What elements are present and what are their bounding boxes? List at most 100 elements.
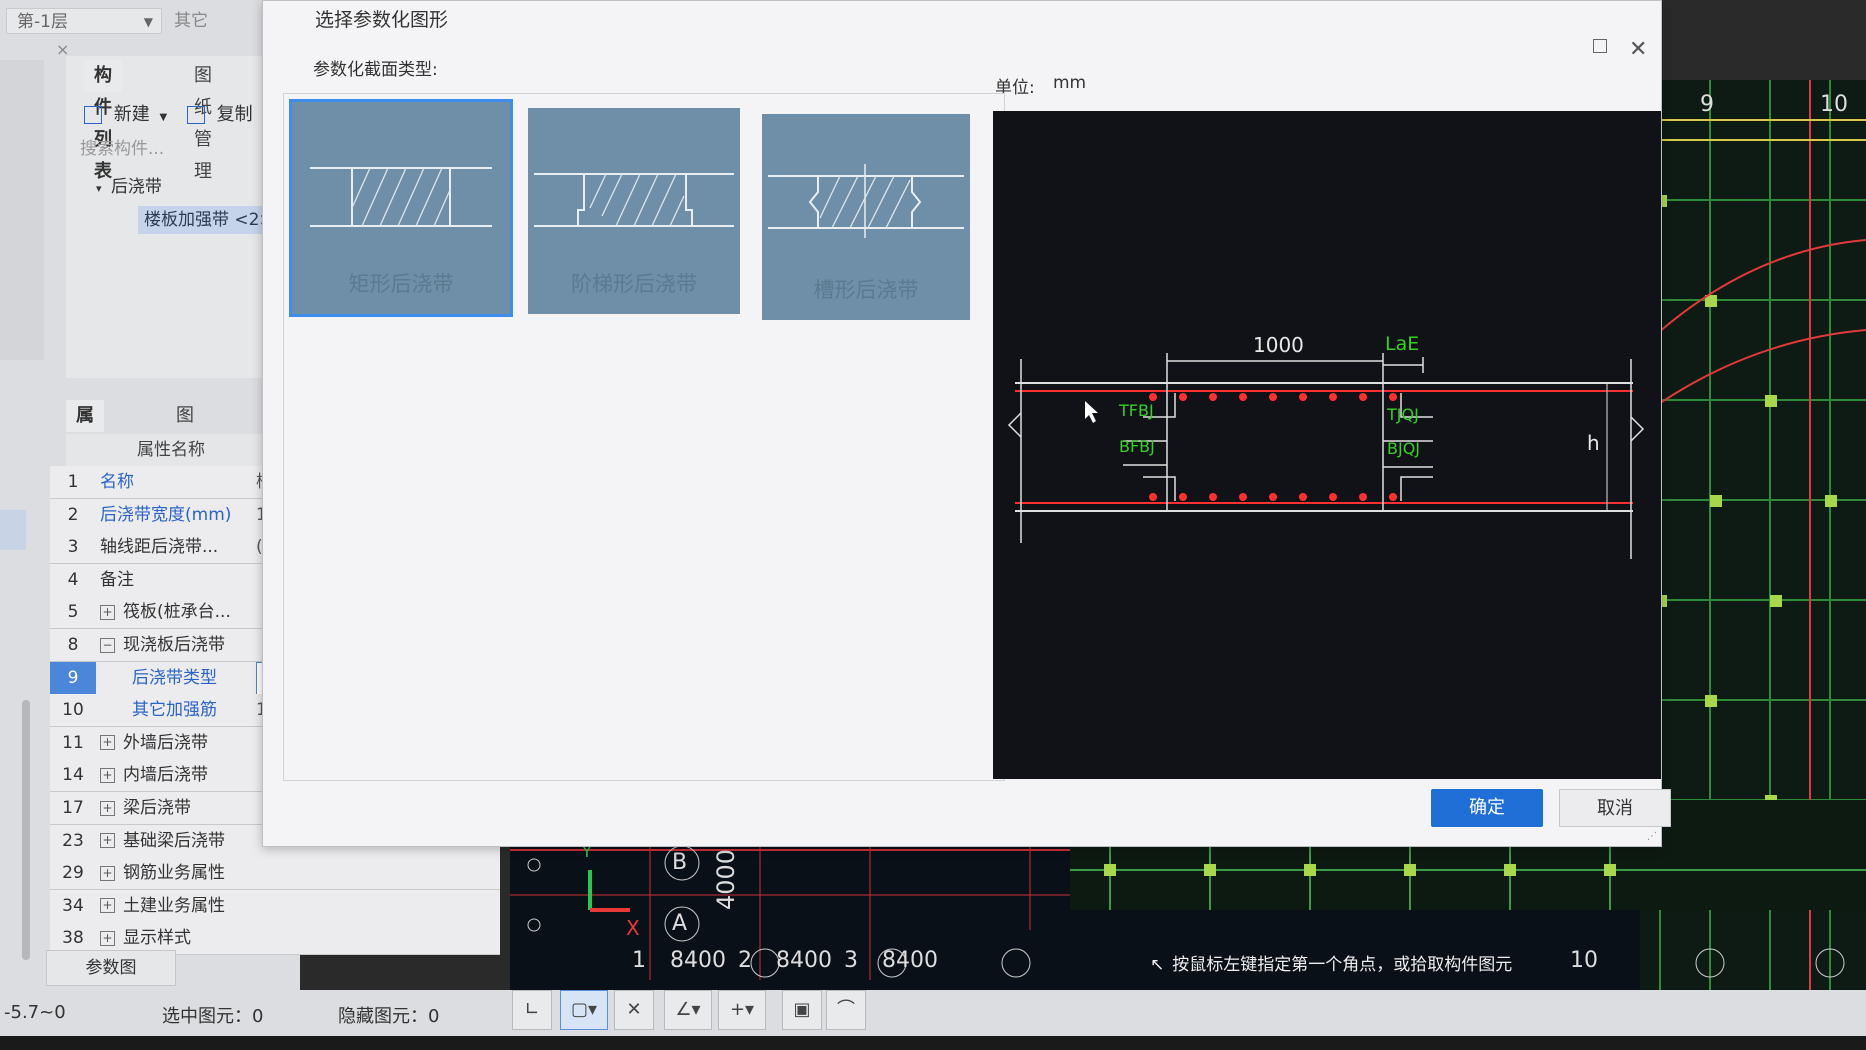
hidden-count: 隐藏图元：0 — [338, 1006, 440, 1027]
property-row-label: 钢筋业务属性 — [123, 863, 225, 884]
property-row-name: − 现浇板后浇带 — [100, 629, 225, 661]
chevron-down-icon: ▼ — [143, 15, 153, 29]
x-axis-label: X — [626, 916, 640, 940]
property-row-number: 23 — [62, 830, 84, 851]
ok-button[interactable]: 确定 — [1431, 789, 1543, 827]
property-row-name: 名称 — [100, 466, 134, 498]
property-row-label: 梁后浇带 — [123, 798, 191, 818]
property-row-label: 后浇带宽度(mm) — [100, 504, 232, 525]
unit-value: mm — [1053, 73, 1087, 93]
shape-label-groove: 槽形后浇带 — [813, 278, 919, 302]
bottom-dim-label: 8400 — [882, 948, 938, 973]
property-row-name: + 梁后浇带 — [100, 792, 191, 824]
dim-1000: 1000 — [1253, 333, 1304, 357]
parametric-shape-dialog: 选择参数化图形 ✕ 参数化截面类型: 单位: mm 矩形后浇带 阶梯形后浇带 槽… — [262, 0, 1671, 847]
cross-tool-icon[interactable]: ✕ — [614, 990, 654, 1030]
search-input[interactable]: 搜索构件... — [80, 134, 280, 160]
collapse-icon[interactable]: − — [100, 637, 115, 653]
axis-label-b: B — [672, 850, 688, 875]
status-bar: -5.7~0 选中图元：0 隐藏图元：0 — [0, 990, 1866, 1036]
property-row-number: 14 — [62, 765, 84, 786]
copy-button[interactable]: 复制 — [217, 104, 253, 125]
selected-count: 选中图元：0 — [162, 1006, 264, 1027]
expand-icon[interactable]: + — [100, 930, 115, 946]
angle-tool-icon[interactable]: ∠▾ — [664, 990, 712, 1030]
cancel-button[interactable]: 取消 — [1559, 789, 1671, 827]
coords-readout: -5.7~0 — [4, 1002, 66, 1023]
select-rect-tool-icon[interactable]: ▢▾ — [560, 990, 608, 1030]
shape-panel: 矩形后浇带 阶梯形后浇带 槽形后浇带 — [283, 93, 1005, 781]
resize-grip-icon[interactable]: ⋰ — [1647, 831, 1657, 842]
property-row-number: 4 — [67, 569, 79, 590]
bottom-dim-label: 10 — [1570, 948, 1598, 973]
tab-property-list[interactable]: 属性列表 — [66, 400, 104, 522]
expand-icon[interactable]: + — [100, 735, 115, 751]
property-row-name: 后浇带宽度(mm) — [100, 499, 231, 531]
dim-vertical: 4000 — [712, 848, 740, 910]
snap-tool-icon[interactable]: ▣ — [782, 990, 822, 1030]
label-bjqj: BJQJ — [1387, 439, 1421, 458]
property-row-number: 5 — [67, 602, 79, 623]
expand-icon[interactable]: + — [100, 604, 115, 620]
side-strip — [0, 60, 44, 360]
property-row-name: + 内墙后浇带 — [100, 759, 208, 791]
expand-icon[interactable]: + — [100, 898, 115, 914]
property-row-number: 11 — [62, 732, 84, 753]
label-tfbj: TFBJ — [1119, 401, 1154, 420]
property-name-header: 属性名称 — [66, 434, 276, 466]
property-row-name: + 钢筋业务属性 — [100, 857, 225, 889]
floor-select[interactable]: 第-1层 ▼ — [6, 8, 162, 34]
left-panel: 第-1层 ▼ 其它 × 构件列表 图纸管理 新建 ▼ 复制 搜索构件... ▾ … — [0, 0, 500, 1050]
property-row[interactable]: 29 + 钢筋业务属性 — [50, 857, 500, 891]
property-row-name: 其它加强筋 — [100, 694, 217, 726]
property-row-number: 3 — [67, 537, 79, 558]
property-row-number: 9 — [50, 661, 96, 694]
property-row-label: 内墙后浇带 — [123, 765, 208, 786]
new-button[interactable]: 新建 — [114, 104, 150, 125]
shape-card-groove[interactable]: 槽形后浇带 — [762, 114, 970, 320]
property-row-label: 轴线距后浇带... — [100, 537, 219, 558]
expand-icon[interactable]: + — [100, 833, 115, 849]
shape-card-stepped[interactable]: 阶梯形后浇带 — [528, 108, 740, 314]
property-row-number: 34 — [62, 895, 84, 916]
new-icon — [84, 106, 102, 124]
property-row-name: 后浇带类型 — [100, 662, 217, 694]
shape-card-rect[interactable]: 矩形后浇带 — [289, 99, 513, 317]
property-row-label: 后浇带类型 — [132, 667, 217, 688]
expand-icon[interactable]: + — [100, 865, 115, 881]
label-h: h — [1587, 431, 1600, 455]
prompt-text: 按鼠标左键指定第一个角点，或拾取构件图元 — [1172, 955, 1513, 975]
property-row[interactable]: 34 + 土建业务属性 — [50, 889, 500, 923]
shape-label-rect: 矩形后浇带 — [348, 272, 454, 296]
maximize-icon[interactable] — [1593, 39, 1607, 53]
property-row-label: 基础梁后浇带 — [123, 830, 225, 851]
expand-icon[interactable]: + — [100, 800, 115, 816]
close-icon[interactable]: ✕ — [1629, 37, 1647, 62]
section-preview: 1000 LaE TFBJ BFBJ TJQJ BJQJ h — [993, 111, 1661, 779]
property-row-number: 10 — [62, 700, 84, 721]
tab-drawing-management[interactable]: 图纸管理 — [184, 60, 222, 182]
tab-component-list[interactable]: 构件列表 — [84, 60, 122, 182]
component-toolbar: 新建 ▼ 复制 — [84, 100, 253, 130]
bottom-dim-label: 8400 — [776, 948, 832, 973]
label-tjqj: TJQJ — [1387, 405, 1419, 424]
chevron-down-icon[interactable]: ▼ — [159, 112, 167, 123]
expand-icon[interactable]: + — [100, 767, 115, 783]
arc-tool-icon[interactable]: ⌒ — [826, 990, 866, 1030]
tab-layer-management[interactable]: 图层管理 — [166, 400, 204, 522]
param-diagram-button[interactable]: 参数图 — [46, 950, 176, 986]
property-row-label: 名称 — [100, 472, 134, 492]
command-prompt: ↖ 按鼠标左键指定第一个角点，或拾取构件图元 — [1150, 950, 1570, 980]
ortho-tool-icon[interactable]: ∟ — [512, 990, 552, 1030]
preview-drawing — [1007, 353, 1645, 559]
property-row-label: 筏板(桩承台... — [123, 602, 231, 623]
property-row-name: 轴线距后浇带... — [100, 531, 218, 563]
offset-tool-icon[interactable]: +▾ — [718, 990, 766, 1030]
bottom-dim-label: 3 — [844, 948, 858, 973]
tree-root-item[interactable]: ▾ 后浇带 — [96, 172, 162, 197]
property-row-number: 8 — [67, 635, 79, 655]
scrollbar[interactable] — [22, 700, 30, 960]
side-strip-highlight — [0, 510, 26, 550]
property-row-name: 备注 — [100, 564, 134, 596]
property-row-label: 土建业务属性 — [123, 895, 225, 916]
